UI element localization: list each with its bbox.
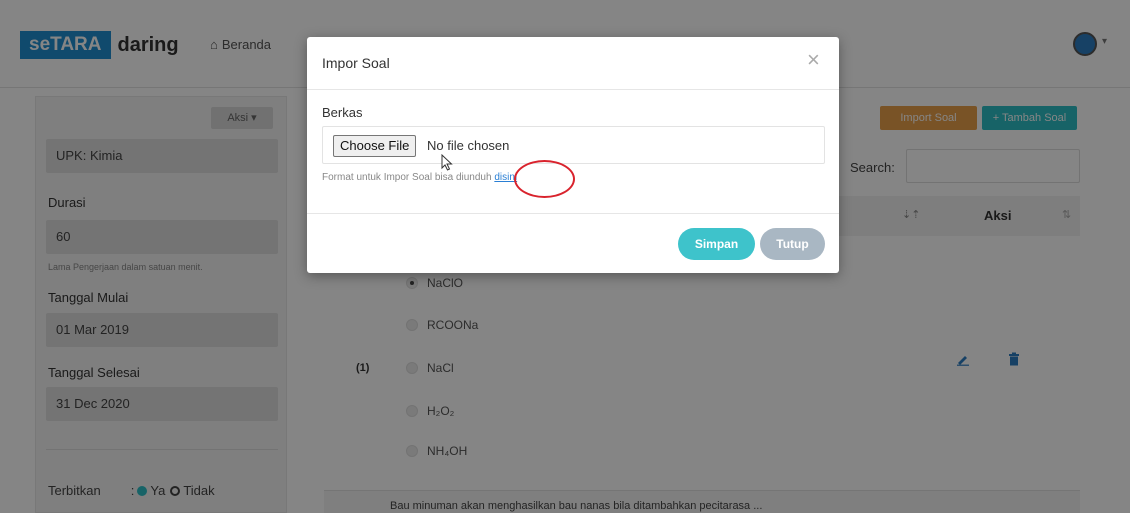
mouse-cursor-icon — [441, 154, 453, 171]
save-button[interactable]: Simpan — [678, 228, 755, 260]
close-icon[interactable]: × — [807, 49, 820, 71]
file-label: Berkas — [322, 105, 363, 120]
close-button[interactable]: Tutup — [760, 228, 825, 260]
annotation-circle — [514, 160, 575, 198]
format-hint-text: Format untuk Impor Soal bisa diunduh — [322, 172, 492, 183]
choose-file-button[interactable]: Choose File — [333, 135, 417, 157]
modal-footer-divider — [307, 213, 839, 214]
import-modal: Impor Soal × Berkas Choose File No file … — [307, 37, 839, 273]
format-hint: Format untuk Impor Soal bisa diunduh dis… — [322, 172, 517, 183]
file-input[interactable]: Choose File No file chosen — [322, 126, 825, 164]
modal-title: Impor Soal — [322, 55, 390, 71]
no-file-text: No file chosen — [427, 138, 510, 153]
modal-header: Impor Soal × — [307, 37, 839, 90]
